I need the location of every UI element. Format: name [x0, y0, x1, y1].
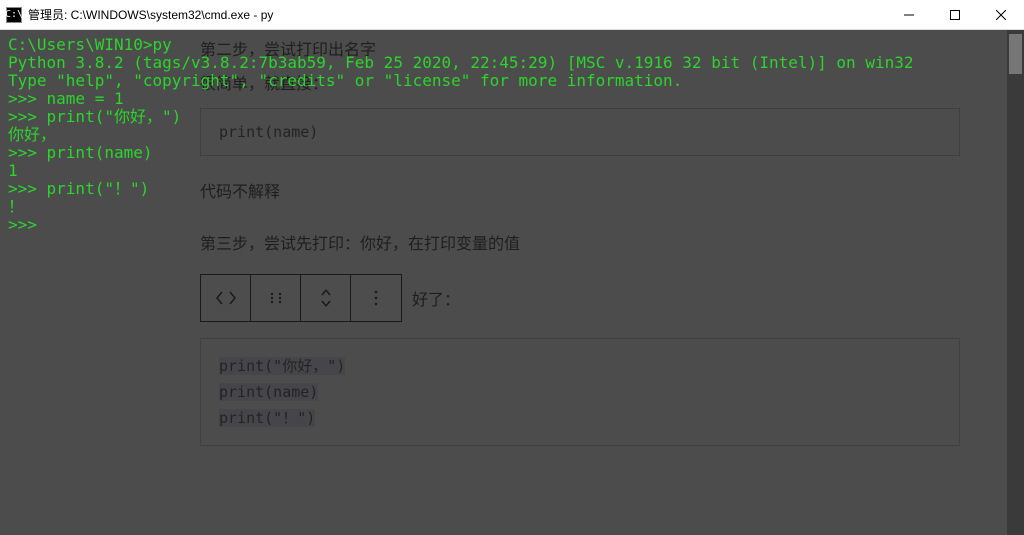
titlebar[interactable]: C:\ 管理员: C:\WINDOWS\system32\cmd.exe - p… [0, 0, 1024, 30]
close-button[interactable] [978, 0, 1024, 30]
cmd-icon: C:\ [6, 7, 22, 23]
scrollbar-thumb[interactable] [1009, 34, 1022, 74]
window-controls [886, 0, 1024, 30]
minimize-button[interactable] [886, 0, 932, 30]
maximize-button[interactable] [932, 0, 978, 30]
window-title: 管理员: C:\WINDOWS\system32\cmd.exe - py [28, 6, 273, 23]
vertical-scrollbar[interactable] [1007, 30, 1024, 535]
terminal-output[interactable]: C:\Users\WIN10>py Python 3.8.2 (tags/v3.… [0, 30, 1024, 535]
